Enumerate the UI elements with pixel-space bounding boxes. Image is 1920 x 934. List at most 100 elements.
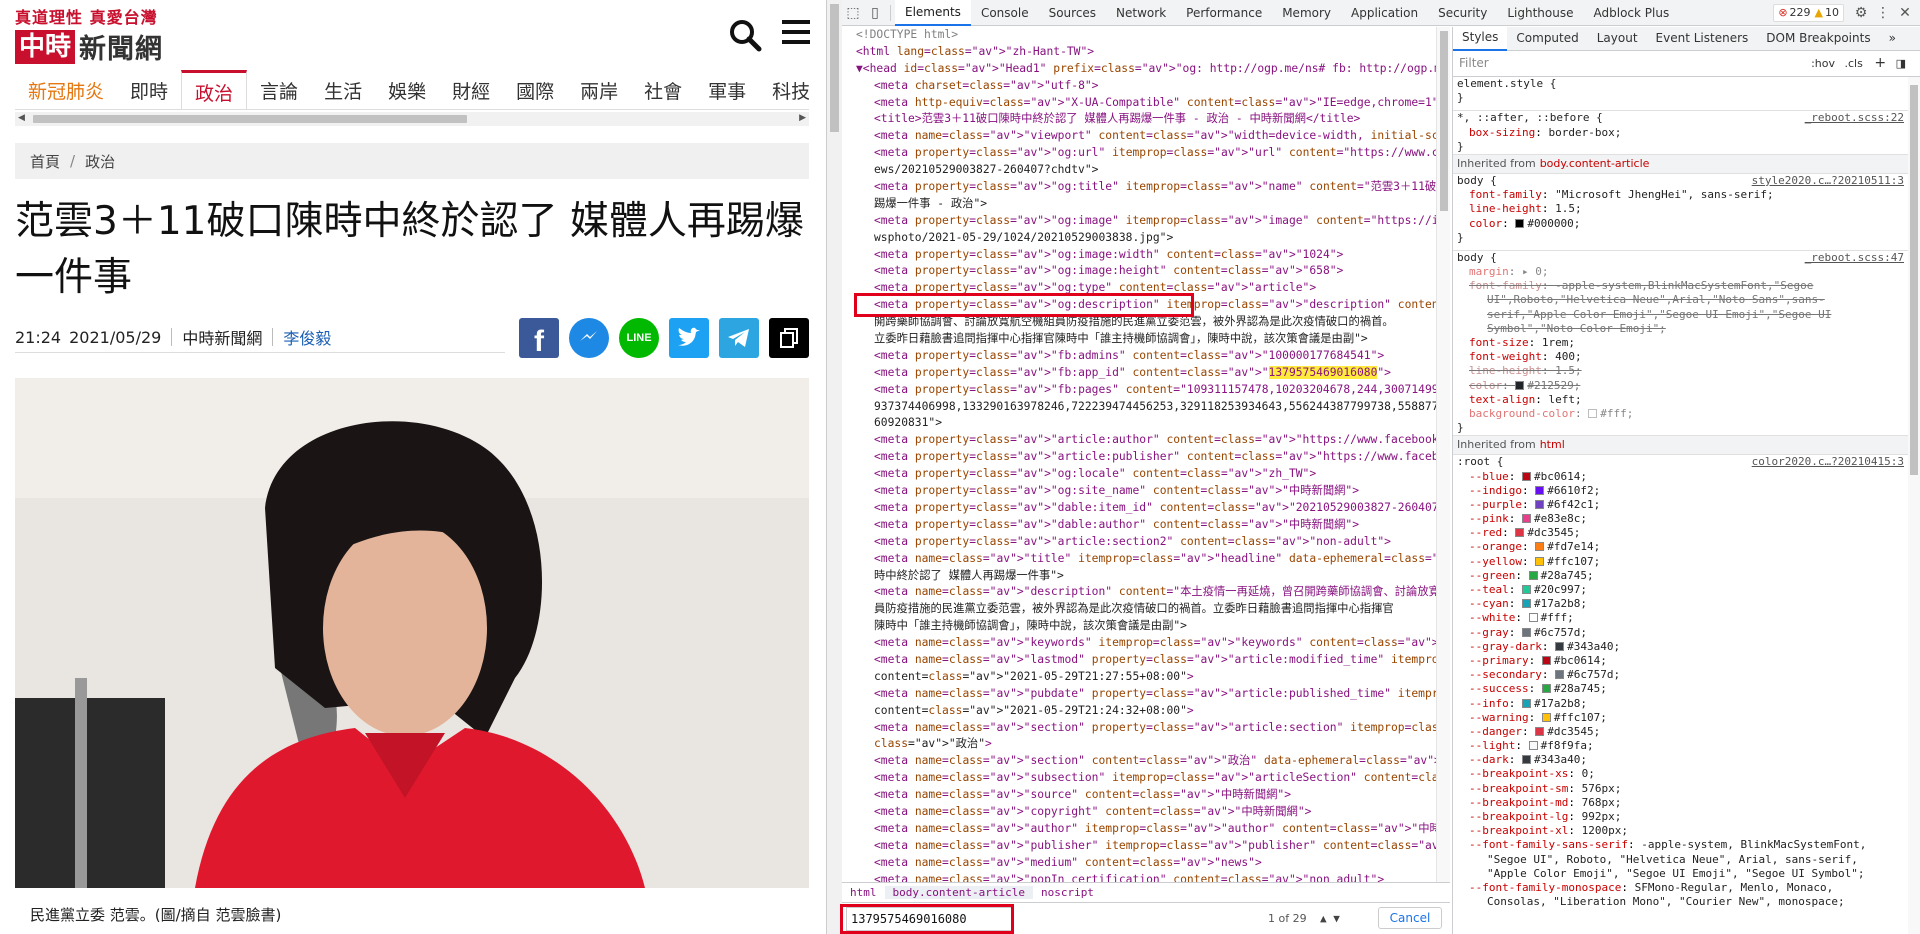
dom-node-line[interactable]: <meta property=class="av">"dable:author"…	[842, 517, 1450, 534]
style-rule-line[interactable]: --pink: #e83e8c;	[1453, 512, 1920, 526]
article-author[interactable]: 李俊毅	[283, 325, 331, 349]
style-rule-line[interactable]: line-height: 1.5;	[1453, 364, 1920, 378]
dom-node-line[interactable]: <meta name=class="av">"viewport" content…	[842, 128, 1450, 145]
style-rule-line[interactable]: --breakpoint-sm: 576px;	[1453, 782, 1920, 796]
style-rule-line[interactable]: --purple: #6f42c1;	[1453, 498, 1920, 512]
devtools-tab[interactable]: Console	[971, 0, 1039, 26]
dom-node-line[interactable]: <meta property=class="av">"fb:app_id" co…	[842, 365, 1450, 382]
close-devtools-icon[interactable]: ✕	[1894, 2, 1916, 24]
style-rule-line[interactable]: --dark: #343a40;	[1453, 753, 1920, 767]
style-rule-line[interactable]: background-color: #fff;	[1453, 407, 1920, 421]
style-rule-line[interactable]: --yellow: #ffc107;	[1453, 555, 1920, 569]
dom-node-line[interactable]: <meta property=class="av">"article:secti…	[842, 534, 1450, 551]
style-rule-line[interactable]: font-family: -apple-system,BlinkMacSyste…	[1453, 279, 1920, 293]
dom-node-line[interactable]: 時中終於認了 媒體人再踢爆一件事">	[842, 568, 1450, 585]
style-rule-line[interactable]: --teal: #20c997;	[1453, 583, 1920, 597]
facebook-share-icon[interactable]: f	[519, 318, 559, 358]
style-rule-line[interactable]: --warning: #ffc107;	[1453, 711, 1920, 725]
scroll-right-icon[interactable]: ▶	[799, 113, 806, 123]
dom-node-line[interactable]: <meta name=class="av">"section" content=…	[842, 753, 1450, 770]
dom-node-line[interactable]: <meta name=class="av">"author" itemprop=…	[842, 821, 1450, 838]
style-rule-line[interactable]: --cyan: #17a2b8;	[1453, 597, 1920, 611]
settings-gear-icon[interactable]: ⚙	[1850, 2, 1872, 24]
styles-subtab[interactable]: »	[1880, 27, 1905, 51]
style-rule-line[interactable]: line-height: 1.5;	[1453, 202, 1920, 216]
style-rule-line[interactable]: --breakpoint-xl: 1200px;	[1453, 824, 1920, 838]
dom-node-line[interactable]: <meta name=class="av">"lastmod" property…	[842, 652, 1450, 669]
styles-subtab[interactable]: DOM Breakpoints	[1757, 27, 1879, 51]
dom-node-line[interactable]: <title>范雲3＋11破口陳時中終於認了 媒體人再踢爆一件事 - 政治 - …	[842, 111, 1450, 128]
dom-node-line[interactable]: <meta name=class="av">"copyright" conten…	[842, 804, 1450, 821]
style-rule-line[interactable]: color: #000000;	[1453, 217, 1920, 231]
style-rule-line[interactable]: --font-family-sans-serif: -apple-system,…	[1453, 838, 1920, 852]
devtools-tab[interactable]: Sources	[1039, 0, 1106, 26]
telegram-share-icon[interactable]	[719, 318, 759, 358]
dom-node-line[interactable]: <meta property=class="av">"article:autho…	[842, 432, 1450, 449]
styles-subtab[interactable]: Styles	[1453, 27, 1508, 51]
dom-node-line[interactable]: ▼<head id=class="av">"Head1" prefix=clas…	[842, 61, 1450, 78]
devtools-tab[interactable]: Adblock Plus	[1584, 0, 1680, 26]
dom-node-line[interactable]: <meta property=class="av">"og:locale" co…	[842, 466, 1450, 483]
dom-node-line[interactable]: <meta property=class="av">"og:title" ite…	[842, 179, 1450, 196]
styles-scrollbar[interactable]	[1908, 77, 1920, 934]
dom-node-line[interactable]: 員防疫措施的民進黨立委范雲，被外界認為是此次疫情破口的禍首。立委昨日藉臉書追問指…	[842, 601, 1450, 618]
style-rule-line[interactable]: text-align: left;	[1453, 393, 1920, 407]
style-rule-line[interactable]: --red: #dc3545;	[1453, 526, 1920, 540]
category-tab[interactable]: 科技	[759, 70, 809, 109]
devtools-tab[interactable]: Memory	[1272, 0, 1341, 26]
dom-node-line[interactable]: <meta property=class="av">"fb:admins" co…	[842, 348, 1450, 365]
scrollbar-thumb[interactable]	[33, 115, 467, 123]
messenger-share-icon[interactable]	[569, 318, 609, 358]
dom-node-line[interactable]: ews/20210529003827-260407?chdtv">	[842, 162, 1450, 179]
dom-node-line[interactable]: <meta name=class="av">"title" itemprop=c…	[842, 551, 1450, 568]
style-rule-line[interactable]: --font-family-monospace: SFMono-Regular,…	[1453, 881, 1920, 895]
line-share-icon[interactable]: LINE	[619, 318, 659, 358]
category-tab[interactable]: 言論	[247, 70, 311, 109]
breadcrumb-section[interactable]: 政治	[85, 151, 115, 172]
hamburger-menu-icon[interactable]	[782, 20, 810, 44]
style-rule-line[interactable]: --indigo: #6610f2;	[1453, 484, 1920, 498]
dom-node-line[interactable]: <meta name=class="av">"medium" content=c…	[842, 855, 1450, 872]
dom-node-line[interactable]: 937374406998,133290163978246,72223947445…	[842, 399, 1450, 416]
elements-scrollbar-thumb[interactable]	[1440, 31, 1448, 211]
style-rule-line[interactable]: --gray: #6c757d;	[1453, 626, 1920, 640]
style-rule-line[interactable]: color: #212529;	[1453, 379, 1920, 393]
find-cancel-button[interactable]: Cancel	[1378, 907, 1442, 929]
dom-node-line[interactable]: wsphoto/2021-05-29/1024/20210529003838.j…	[842, 230, 1450, 247]
dom-node-line[interactable]: <meta property=class="av">"og:image" ite…	[842, 213, 1450, 230]
dom-node-line[interactable]: content=class="av">"2021-05-29T21:24:32+…	[842, 703, 1450, 720]
styles-scrollbar-thumb[interactable]	[1910, 85, 1918, 475]
style-rule-line[interactable]: --danger: #dc3545;	[1453, 725, 1920, 739]
dom-node-line[interactable]: <meta name=class="av">"popIn_certificati…	[842, 872, 1450, 882]
styles-subtab[interactable]: Layout	[1588, 27, 1647, 51]
category-tab[interactable]: 新冠肺炎	[15, 70, 117, 109]
inspect-element-icon[interactable]: ⬚	[842, 2, 864, 24]
more-options-icon[interactable]: ⋮	[1872, 2, 1894, 24]
category-tab[interactable]: 社會	[631, 70, 695, 109]
style-rule-line[interactable]: font-size: 1rem;	[1453, 336, 1920, 350]
find-next-icon[interactable]: ▼	[1333, 912, 1340, 925]
dom-node-line[interactable]: <meta name=class="av">"section" property…	[842, 720, 1450, 737]
dom-node-line[interactable]: <html lang=class="av">"zh-Hant-TW">	[842, 44, 1450, 61]
category-tab[interactable]: 娛樂	[375, 70, 439, 109]
find-prev-icon[interactable]: ▲	[1320, 912, 1327, 925]
category-tab[interactable]: 生活	[311, 70, 375, 109]
twitter-share-icon[interactable]	[669, 318, 709, 358]
style-rule-line[interactable]: --blue: #bc0614;	[1453, 470, 1920, 484]
page-scrollbar-thumb[interactable]	[830, 4, 839, 132]
category-tab[interactable]: 兩岸	[567, 70, 631, 109]
dom-node-line[interactable]: 踢爆一件事 - 政治">	[842, 196, 1450, 213]
dom-node-line[interactable]: <meta property=class="av">"og:image:widt…	[842, 247, 1450, 264]
dom-node-line[interactable]: <meta property=class="av">"dable:item_id…	[842, 500, 1450, 517]
style-rule-line[interactable]: margin: ▸ 0;	[1453, 265, 1920, 279]
devtools-tab[interactable]: Performance	[1176, 0, 1272, 26]
style-rule-line[interactable]: --success: #28a745;	[1453, 682, 1920, 696]
dom-node-line[interactable]: <meta name=class="av">"source" content=c…	[842, 787, 1450, 804]
dom-breadcrumb-item[interactable]: html	[842, 886, 885, 899]
dom-node-line[interactable]: <meta property=class="av">"og:image:heig…	[842, 263, 1450, 280]
style-rule-line[interactable]: --light: #f8f9fa;	[1453, 739, 1920, 753]
style-rule-line[interactable]: --breakpoint-xs: 0;	[1453, 767, 1920, 781]
style-rule-line[interactable]: --secondary: #6c757d;	[1453, 668, 1920, 682]
hov-toggle[interactable]: :hov	[1811, 57, 1835, 70]
dom-node-line[interactable]: <meta property=class="av">"fb:pages" con…	[842, 382, 1450, 399]
